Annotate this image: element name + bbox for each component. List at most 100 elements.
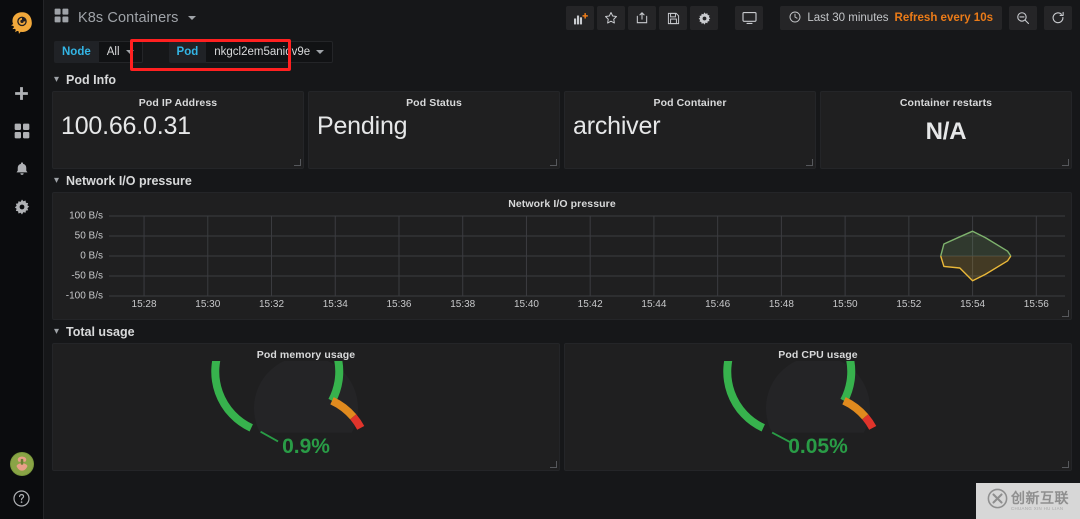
resize-handle[interactable] (294, 159, 301, 166)
x-axis-tick-label: 15:38 (450, 299, 476, 310)
resize-handle[interactable] (550, 159, 557, 166)
row-header-network-io[interactable]: ▾ Network I/O pressure (44, 169, 1080, 192)
panel-title: Network I/O pressure (508, 198, 616, 210)
x-axis-tick-label: 15:36 (386, 299, 412, 310)
x-axis-tick-label: 15:54 (960, 299, 986, 310)
settings-button[interactable] (690, 6, 719, 30)
y-axis-tick-label: -50 B/s (71, 270, 103, 282)
chevron-down-icon (316, 50, 325, 54)
panel-title: Pod Status (406, 97, 462, 109)
resize-handle[interactable] (1062, 159, 1069, 166)
variable-pod[interactable]: Pod nkgcl2em5anidv9e (168, 41, 334, 63)
resize-handle[interactable] (1062, 310, 1069, 317)
variable-pod-value-text: nkgcl2em5anidv9e (214, 46, 311, 58)
dashboard-grid-icon (54, 8, 69, 28)
stat-value: archiver (573, 112, 661, 140)
gauge-memory: 0.9% (53, 361, 559, 465)
panel-pod-status[interactable]: Pod Status Pending (308, 91, 560, 169)
panel-title: Pod Container (653, 97, 727, 109)
refresh-button[interactable] (1044, 6, 1072, 30)
row-header-total-usage[interactable]: ▾ Total usage (44, 320, 1080, 343)
save-button[interactable] (659, 6, 688, 30)
watermark-logo-icon (987, 488, 1008, 514)
chevron-down-icon[interactable] (187, 16, 196, 20)
sidebar (0, 0, 44, 519)
panel-title: Pod IP Address (138, 97, 218, 109)
panel-title: Container restarts (899, 97, 993, 109)
zoom-out-button[interactable] (1009, 6, 1037, 30)
panel-pod-ip-address[interactable]: Pod IP Address 100.66.0.31 (52, 91, 304, 169)
x-axis-tick-label: 15:42 (577, 299, 603, 310)
time-range-label: Last 30 minutes (807, 12, 889, 24)
grafana-logo-icon[interactable] (6, 8, 38, 40)
sidebar-item-create[interactable] (0, 74, 44, 112)
x-axis-tick-label: 15:44 (641, 299, 667, 310)
stat-value: 100.66.0.31 (61, 112, 191, 140)
x-axis-tick-label: 15:32 (259, 299, 285, 310)
chevron-down-icon: ▾ (54, 326, 60, 337)
dashboard-title-group[interactable]: K8s Containers (54, 8, 196, 28)
resize-handle[interactable] (1062, 461, 1069, 468)
variable-node-value-text: All (106, 46, 120, 58)
clock-icon (789, 11, 801, 26)
total-usage-panels: Pod memory usage 0.9% Pod CPU usage 0.05… (44, 343, 1080, 471)
x-axis-tick-label: 15:52 (896, 299, 922, 310)
stat-value: Pending (317, 112, 408, 140)
help-icon[interactable] (0, 490, 44, 507)
sidebar-item-alerting[interactable] (0, 150, 44, 188)
row-title: Pod Info (66, 73, 117, 87)
graph-plot-area[interactable]: 100 B/s 50 B/s 0 B/s -50 B/s -100 B/s 15:28 15… (53, 210, 1071, 314)
network-io-panels: Network I/O pressure 100 B/s 50 B/s 0 B/s -… (44, 192, 1080, 320)
y-axis-tick-label: -100 B/s (65, 290, 103, 302)
stat-value: N/A (925, 118, 967, 145)
add-panel-button[interactable] (566, 6, 595, 30)
gauge-value: 0.9% (282, 435, 330, 458)
kiosk-button[interactable] (735, 6, 764, 30)
page-title: K8s Containers (78, 10, 179, 26)
sidebar-item-dashboards[interactable] (0, 112, 44, 150)
y-axis-tick-label: 100 B/s (69, 210, 103, 222)
chevron-down-icon: ▾ (54, 175, 60, 186)
share-button[interactable] (628, 6, 657, 30)
star-button[interactable] (597, 6, 626, 30)
toolbar-button-group (566, 6, 721, 30)
chevron-down-icon: ▾ (54, 74, 60, 85)
variable-node[interactable]: Node All (54, 41, 143, 63)
avatar[interactable] (9, 452, 34, 476)
x-axis-tick-label: 15:40 (513, 299, 539, 310)
y-axis-tick-label: 0 B/s (80, 250, 103, 262)
watermark-en: CHUANG XIN HU LIAN (1011, 505, 1064, 511)
gauge-value: 0.05% (788, 435, 848, 458)
variable-pod-value[interactable]: nkgcl2em5anidv9e (206, 41, 334, 63)
panel-network-io-pressure[interactable]: Network I/O pressure 100 B/s 50 B/s 0 B/s -… (52, 192, 1072, 320)
template-variables-bar: Node All Pod nkgcl2em5anidv9e (44, 36, 1080, 71)
x-axis-tick-label: 15:46 (705, 299, 731, 310)
panel-container-restarts[interactable]: Container restarts N/A (820, 91, 1072, 169)
time-range-picker[interactable]: Last 30 minutes Refresh every 10s (780, 6, 1002, 30)
sidebar-item-configuration[interactable] (0, 188, 44, 226)
watermark: 创新互联 CHUANG XIN HU LIAN (976, 483, 1080, 519)
resize-handle[interactable] (550, 461, 557, 468)
top-navbar: K8s Containers Last 30 minutes Refresh e… (44, 0, 1080, 36)
variable-node-label: Node (54, 41, 99, 63)
pod-info-panels: Pod IP Address 100.66.0.31 Pod Status Pe… (44, 91, 1080, 169)
grafana-dashboard: K8s Containers Last 30 minutes Refresh e… (0, 0, 1080, 519)
panel-pod-cpu-usage[interactable]: Pod CPU usage 0.05% (564, 343, 1072, 471)
gauge-cpu: 0.05% (565, 361, 1071, 465)
chevron-down-icon (125, 50, 134, 54)
variable-pod-label: Pod (168, 41, 207, 63)
panel-title: Pod memory usage (256, 349, 356, 361)
panel-pod-container[interactable]: Pod Container archiver (564, 91, 816, 169)
row-title: Network I/O pressure (66, 174, 192, 188)
resize-handle[interactable] (806, 159, 813, 166)
row-header-pod-info[interactable]: ▾ Pod Info (44, 68, 1080, 91)
x-axis-tick-label: 15:48 (768, 299, 794, 310)
panel-pod-memory-usage[interactable]: Pod memory usage 0.9% (52, 343, 560, 471)
y-axis-tick-label: 50 B/s (74, 230, 103, 242)
variable-node-value[interactable]: All (98, 41, 143, 63)
row-title: Total usage (66, 325, 135, 339)
x-axis-tick-label: 15:56 (1023, 299, 1049, 310)
x-axis-tick-label: 15:50 (832, 299, 858, 310)
toolbar: Last 30 minutes Refresh every 10s (566, 6, 1072, 30)
x-axis-tick-label: 15:30 (195, 299, 221, 310)
